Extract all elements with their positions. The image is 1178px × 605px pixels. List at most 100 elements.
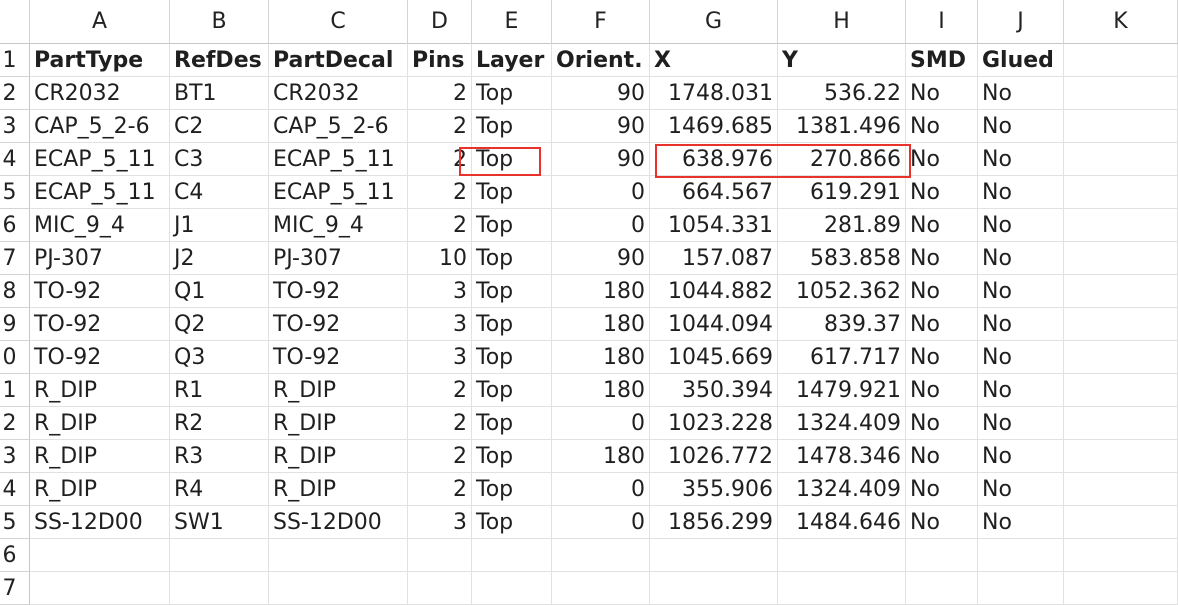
table-cell[interactable]: 2 [408, 209, 472, 242]
table-cell[interactable]: Top [472, 176, 552, 209]
table-cell[interactable]: 180 [552, 308, 650, 341]
table-cell[interactable]: Top [472, 341, 552, 374]
table-cell[interactable]: 617.717 [778, 341, 906, 374]
table-cell[interactable]: No [978, 473, 1064, 506]
table-cell[interactable]: C2 [170, 110, 269, 143]
row-header[interactable]: 3 [0, 110, 30, 143]
table-cell[interactable]: 1484.646 [778, 506, 906, 539]
table-cell[interactable]: R3 [170, 440, 269, 473]
table-cell[interactable]: R_DIP [30, 473, 170, 506]
empty-cell[interactable] [978, 539, 1064, 572]
empty-cell[interactable] [30, 572, 170, 605]
table-cell[interactable]: 350.394 [650, 374, 778, 407]
table-cell[interactable]: 2 [408, 143, 472, 176]
empty-cell[interactable] [1064, 308, 1178, 341]
table-cell[interactable]: 270.866 [778, 143, 906, 176]
empty-cell[interactable] [778, 572, 906, 605]
column-header-i[interactable]: I [906, 0, 978, 44]
table-cell[interactable]: SS-12D00 [269, 506, 408, 539]
row-header[interactable]: 2 [0, 407, 30, 440]
table-cell[interactable]: 2 [408, 77, 472, 110]
column-header-h[interactable]: H [778, 0, 906, 44]
header-cell[interactable]: RefDes [170, 44, 269, 77]
table-cell[interactable]: No [978, 275, 1064, 308]
header-cell[interactable]: Layer [472, 44, 552, 77]
table-cell[interactable]: No [906, 209, 978, 242]
table-cell[interactable]: R_DIP [269, 473, 408, 506]
table-cell[interactable]: TO-92 [30, 308, 170, 341]
table-cell[interactable]: No [906, 143, 978, 176]
table-cell[interactable]: 1856.299 [650, 506, 778, 539]
table-cell[interactable]: Q2 [170, 308, 269, 341]
table-cell[interactable]: No [906, 275, 978, 308]
table-cell[interactable]: ECAP_5_11 [269, 176, 408, 209]
table-cell[interactable]: No [978, 110, 1064, 143]
table-cell[interactable]: R2 [170, 407, 269, 440]
table-cell[interactable]: Top [472, 143, 552, 176]
table-cell[interactable]: No [978, 143, 1064, 176]
table-cell[interactable]: 180 [552, 275, 650, 308]
empty-cell[interactable] [1064, 572, 1178, 605]
table-cell[interactable]: R4 [170, 473, 269, 506]
table-cell[interactable]: No [978, 506, 1064, 539]
table-cell[interactable]: No [978, 440, 1064, 473]
empty-cell[interactable] [650, 539, 778, 572]
column-header-a[interactable]: A [30, 0, 170, 44]
empty-cell[interactable] [1064, 242, 1178, 275]
row-header[interactable]: 6 [0, 539, 30, 572]
table-cell[interactable]: 1748.031 [650, 77, 778, 110]
table-cell[interactable]: J2 [170, 242, 269, 275]
table-cell[interactable]: R_DIP [30, 440, 170, 473]
table-cell[interactable]: Q1 [170, 275, 269, 308]
table-cell[interactable]: No [906, 473, 978, 506]
empty-cell[interactable] [1064, 275, 1178, 308]
table-cell[interactable]: CAP_5_2-6 [30, 110, 170, 143]
table-cell[interactable]: 90 [552, 110, 650, 143]
empty-cell[interactable] [30, 539, 170, 572]
table-cell[interactable]: Top [472, 308, 552, 341]
header-cell[interactable]: Pins [408, 44, 472, 77]
empty-cell[interactable] [1064, 44, 1178, 77]
table-cell[interactable]: 664.567 [650, 176, 778, 209]
table-cell[interactable]: 2 [408, 176, 472, 209]
table-cell[interactable]: No [978, 176, 1064, 209]
empty-cell[interactable] [552, 572, 650, 605]
empty-cell[interactable] [1064, 209, 1178, 242]
table-cell[interactable]: SS-12D00 [30, 506, 170, 539]
table-cell[interactable]: TO-92 [30, 275, 170, 308]
table-cell[interactable]: 0 [552, 407, 650, 440]
table-cell[interactable]: No [978, 341, 1064, 374]
table-cell[interactable]: Top [472, 407, 552, 440]
row-header[interactable]: 4 [0, 143, 30, 176]
table-cell[interactable]: Q3 [170, 341, 269, 374]
table-cell[interactable]: 281.89 [778, 209, 906, 242]
table-cell[interactable]: No [906, 440, 978, 473]
table-cell[interactable]: 90 [552, 77, 650, 110]
table-cell[interactable]: 1052.362 [778, 275, 906, 308]
table-cell[interactable]: ECAP_5_11 [30, 176, 170, 209]
table-cell[interactable]: No [978, 308, 1064, 341]
empty-cell[interactable] [1064, 407, 1178, 440]
table-cell[interactable]: PJ-307 [269, 242, 408, 275]
table-cell[interactable]: SW1 [170, 506, 269, 539]
header-cell[interactable]: Orient. [552, 44, 650, 77]
column-header-g[interactable]: G [650, 0, 778, 44]
table-cell[interactable]: 157.087 [650, 242, 778, 275]
header-cell[interactable]: Y [778, 44, 906, 77]
table-cell[interactable]: Top [472, 275, 552, 308]
empty-cell[interactable] [1064, 176, 1178, 209]
table-cell[interactable]: BT1 [170, 77, 269, 110]
table-cell[interactable]: No [906, 374, 978, 407]
table-cell[interactable]: 1044.094 [650, 308, 778, 341]
column-header-c[interactable]: C [269, 0, 408, 44]
column-header-b[interactable]: B [170, 0, 269, 44]
table-cell[interactable]: 2 [408, 407, 472, 440]
empty-cell[interactable] [408, 539, 472, 572]
empty-cell[interactable] [472, 572, 552, 605]
empty-cell[interactable] [906, 539, 978, 572]
column-header-d[interactable]: D [408, 0, 472, 44]
table-cell[interactable]: ECAP_5_11 [269, 143, 408, 176]
table-cell[interactable]: 3 [408, 308, 472, 341]
table-cell[interactable]: 1026.772 [650, 440, 778, 473]
table-cell[interactable]: 90 [552, 143, 650, 176]
